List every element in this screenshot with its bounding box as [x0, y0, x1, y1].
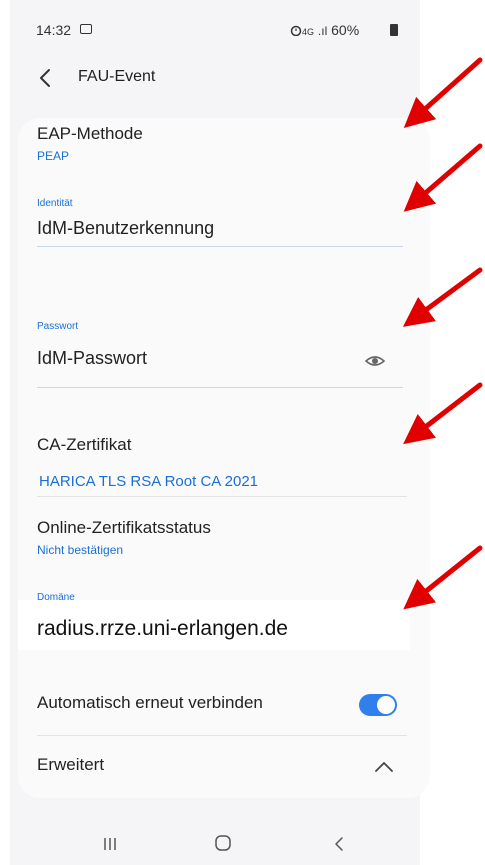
system-nav-bar [10, 830, 420, 865]
identity-underline [37, 246, 403, 247]
battery-icon [390, 24, 398, 36]
password-input[interactable]: IdM-Passwort [37, 348, 147, 369]
status-network: 4G .ıl 60% [302, 22, 359, 38]
ca-certificate-value[interactable]: HARICA TLS RSA Root CA 2021 [39, 473, 258, 490]
arrow-eap [403, 57, 483, 128]
back-arrow-icon[interactable] [34, 64, 58, 92]
ca-certificate-label[interactable]: CA-Zertifikat [37, 435, 131, 455]
reconnect-divider [37, 735, 407, 736]
status-bar: 14:32 4G .ıl 60% [10, 0, 420, 60]
auto-reconnect-toggle[interactable] [359, 694, 397, 716]
identity-input[interactable]: IdM-Benutzerkennung [37, 218, 214, 239]
status-time: 14:32 [36, 22, 72, 38]
page-title: FAU-Event [78, 68, 156, 85]
chevron-up-icon[interactable] [373, 760, 395, 774]
home-icon[interactable] [215, 835, 231, 851]
gallery-icon [80, 24, 92, 34]
password-underline [37, 387, 403, 388]
advanced-label[interactable]: Erweitert [37, 755, 104, 775]
password-label: Passwort [37, 321, 79, 332]
show-password-icon[interactable] [365, 351, 385, 371]
app-bar: FAU-Event [10, 58, 420, 98]
network-type: 4G [302, 27, 315, 37]
recent-apps-icon[interactable] [103, 836, 117, 852]
online-status-label[interactable]: Online-Zertifikatsstatus [37, 518, 211, 538]
alarm-icon [290, 25, 302, 36]
toggle-knob [377, 696, 395, 714]
identity-label: Identität [37, 198, 73, 209]
domain-input[interactable]: radius.rrze.uni-erlangen.de [37, 617, 288, 641]
signal-icon: .ıl [317, 24, 328, 38]
auto-reconnect-label: Automatisch erneut verbinden [37, 693, 263, 712]
nav-back-icon[interactable] [333, 835, 345, 853]
ca-divider [37, 496, 407, 497]
battery-text: 60% [331, 22, 360, 38]
eap-method-label[interactable]: EAP-Methode [37, 124, 143, 144]
eap-method-value[interactable]: PEAP [37, 149, 69, 163]
online-status-value[interactable]: Nicht bestätigen [37, 543, 123, 557]
phone-screen: 14:32 4G .ıl 60% FAU-Event EAP-Methode P… [10, 0, 430, 865]
